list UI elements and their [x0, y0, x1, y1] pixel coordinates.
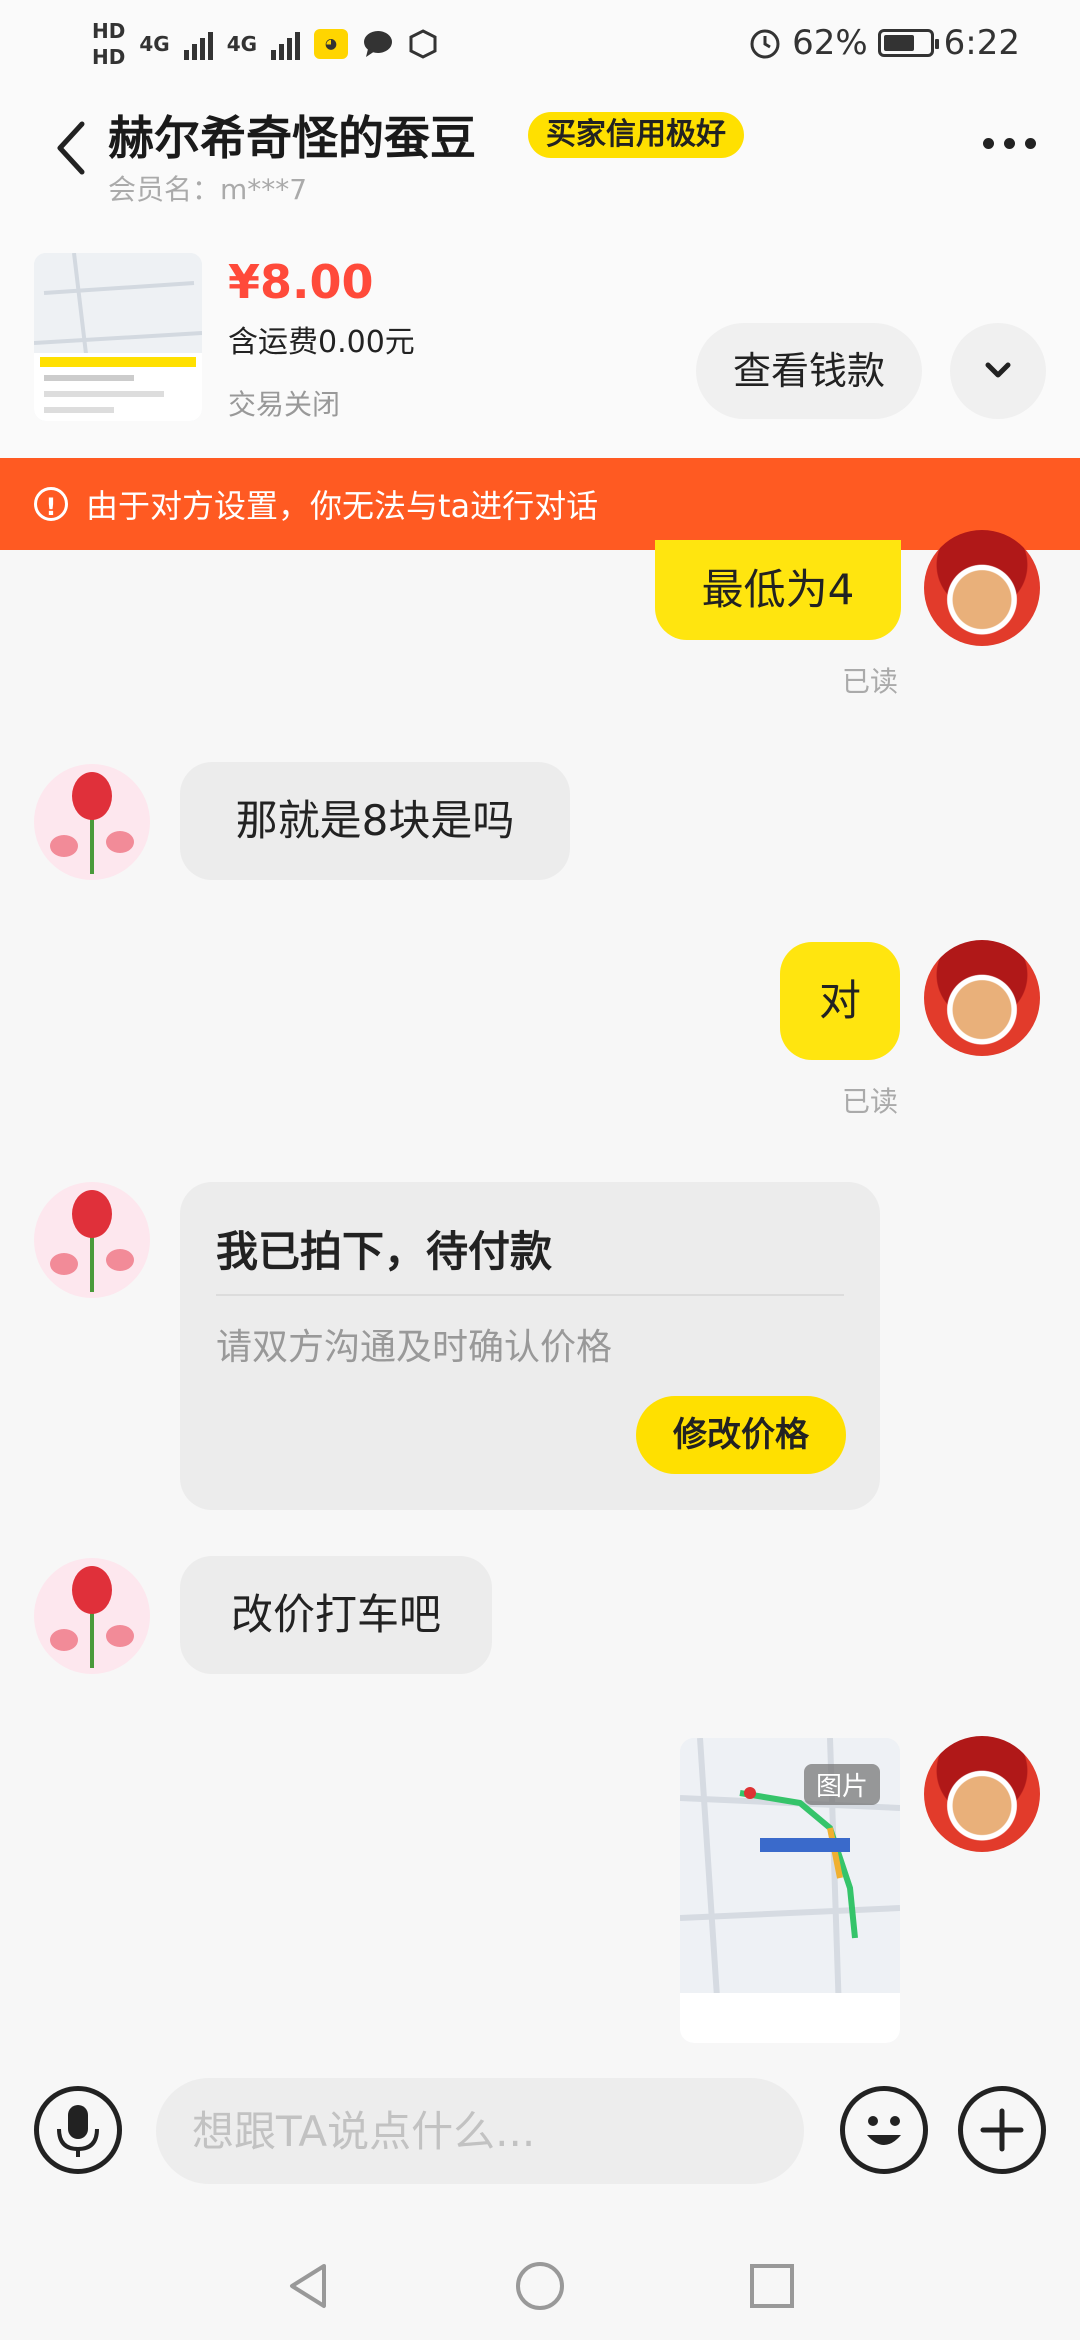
nav-home-icon[interactable]: [512, 2258, 568, 2314]
order-card-subtitle: 请双方沟通及时确认价格: [216, 1327, 613, 1368]
modify-price-button[interactable]: 修改价格: [636, 1396, 846, 1474]
shield-icon: [409, 29, 437, 59]
read-status: 已读: [842, 665, 899, 698]
nav-back-icon[interactable]: [280, 2258, 336, 2314]
message-bubble-theirs[interactable]: 那就是8块是吗: [180, 762, 570, 880]
shipping-fee: 含运费0.00元: [228, 325, 415, 360]
microphone-icon: [57, 2105, 99, 2157]
avatar[interactable]: [34, 1558, 150, 1674]
image-message[interactable]: 图片: [680, 1738, 900, 2043]
message-input-wrap: [156, 2078, 804, 2184]
emoji-button[interactable]: [840, 2086, 928, 2174]
expand-button[interactable]: [950, 323, 1046, 419]
signal-icon-2: [271, 28, 301, 60]
app-notification-icon: ◕: [314, 29, 349, 59]
message-input[interactable]: [156, 2078, 804, 2184]
voice-button[interactable]: [34, 2086, 122, 2174]
avatar[interactable]: [924, 940, 1040, 1056]
avatar[interactable]: [924, 530, 1040, 646]
member-name: 会员名：m***7: [108, 173, 308, 206]
page-title: 赫尔希奇怪的蚕豆: [108, 111, 476, 165]
system-nav-bar: [0, 2230, 1080, 2340]
message-bubble-theirs[interactable]: 改价打车吧: [180, 1556, 492, 1674]
banner-text: 由于对方设置，你无法与ta进行对话: [86, 487, 599, 525]
order-card: 我已拍下，待付款 请双方沟通及时确认价格 修改价格: [180, 1182, 880, 1510]
emoji-icon: [867, 2116, 901, 2145]
back-icon[interactable]: [50, 118, 90, 178]
view-payment-button[interactable]: 查看钱款: [696, 323, 922, 419]
credit-badge: 买家信用极好: [528, 112, 744, 158]
status-left: HD HD 4G 4G ◕: [92, 14, 438, 74]
sim2-network: 4G: [226, 32, 258, 56]
product-thumbnail[interactable]: [34, 253, 202, 421]
battery-icon: [877, 29, 939, 57]
read-status: 已读: [842, 1085, 899, 1118]
hd1-label: HD: [92, 19, 126, 43]
divider: [216, 1294, 844, 1296]
more-actions-button[interactable]: [958, 2086, 1046, 2174]
message-icon: [364, 31, 393, 57]
chevron-down-icon: [985, 362, 1011, 378]
status-right: 62% 6:22: [748, 18, 1020, 68]
nav-recents-icon[interactable]: [744, 2258, 800, 2314]
clock: 6:22: [943, 23, 1020, 63]
product-bar: ¥8.00 含运费0.00元 交易关闭 查看钱款: [0, 205, 1080, 460]
more-icon[interactable]: [983, 138, 1036, 149]
hd2-label: HD: [92, 45, 126, 69]
signal-icon: [183, 28, 213, 60]
plus-icon: [980, 2108, 1024, 2152]
order-card-title: 我已拍下，待付款: [216, 1227, 553, 1276]
avatar[interactable]: [34, 764, 150, 880]
input-bar: [0, 2050, 1080, 2230]
image-tag: 图片: [803, 1764, 880, 1805]
chat-header: 赫尔希奇怪的蚕豆 买家信用极好 会员名：m***7: [0, 90, 1080, 206]
message-bubble-mine[interactable]: 对: [780, 942, 900, 1060]
product-price: ¥8.00: [228, 255, 374, 309]
avatar[interactable]: [924, 1736, 1040, 1852]
avatar[interactable]: [34, 1182, 150, 1298]
hd-indicators: HD HD: [92, 18, 125, 70]
sim1-network: 4G: [139, 32, 170, 56]
battery-percent: 62%: [792, 23, 868, 63]
trade-status: 交易关闭: [228, 388, 341, 421]
blocked-banner: ! 由于对方设置，你无法与ta进行对话: [0, 458, 1080, 550]
warning-icon: !: [34, 487, 68, 521]
alarm-icon: [750, 29, 780, 59]
message-bubble-mine[interactable]: 最低为4: [655, 540, 901, 640]
status-bar: HD HD 4G 4G ◕ 62% 6:22: [0, 0, 1080, 90]
